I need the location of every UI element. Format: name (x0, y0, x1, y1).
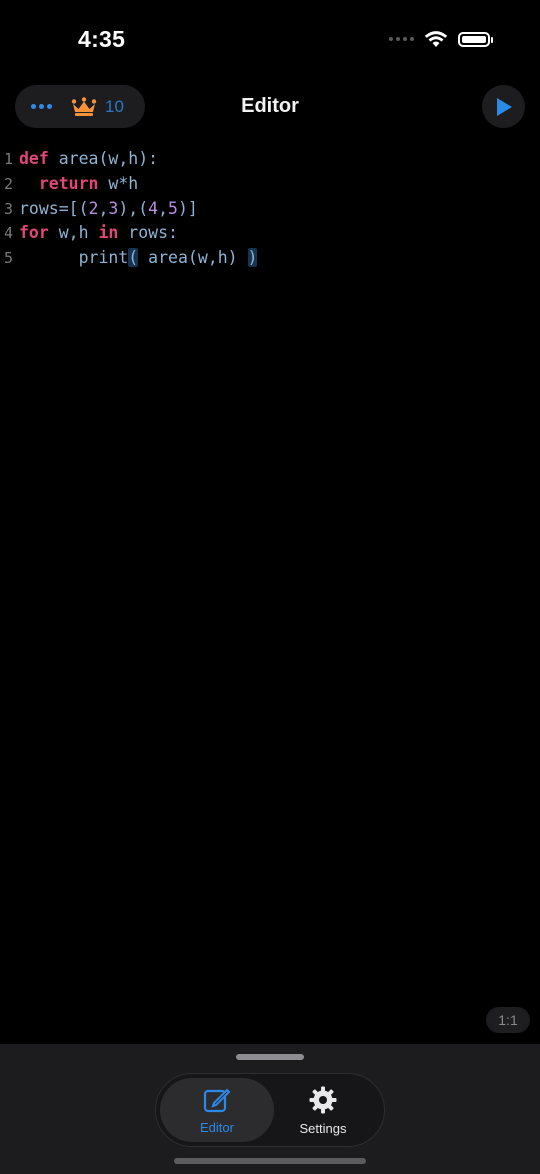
number-token: 4 (148, 198, 159, 218)
tab-bar: Editor Settings (155, 1073, 385, 1147)
line-number: 5 (4, 249, 14, 268)
edit-icon (203, 1088, 231, 1112)
keyword-token: def (19, 149, 49, 168)
keyword-token: in (98, 223, 119, 243)
number-token: 5 (168, 198, 178, 218)
run-button[interactable] (482, 85, 525, 128)
number-token: 2 (88, 198, 99, 218)
code-line: 2 return w*h (0, 172, 540, 197)
line-number: 3 (4, 199, 14, 218)
code-token: print (78, 248, 129, 268)
page-title: Editor (241, 95, 299, 117)
cursor-position-badge: 1:1 (486, 1007, 530, 1033)
bracket-highlight: ( (128, 248, 139, 268)
line-number: 2 (4, 174, 14, 193)
code-token: area(w,h): (48, 149, 159, 168)
keyword-token: for (19, 223, 49, 243)
code-token: , (98, 198, 109, 218)
code-line: 1 def area(w,h): (0, 147, 540, 172)
code-editor[interactable]: 1 def area(w,h): 2 return w*h 3 rows=[(2… (0, 147, 540, 271)
home-indicator (174, 1158, 366, 1164)
sheet-grabber[interactable] (236, 1054, 304, 1060)
tab-editor[interactable]: Editor (160, 1078, 274, 1142)
play-icon (496, 97, 512, 116)
code-token: ),( (118, 198, 149, 218)
line-number: 1 (4, 150, 14, 168)
cellular-signal-icon (389, 37, 414, 41)
tab-settings[interactable]: Settings (266, 1078, 380, 1142)
battery-icon (458, 31, 493, 47)
code-line: 3 rows=[(2,3),(4,5)] (0, 197, 540, 222)
status-time: 4:35 (78, 26, 126, 52)
code-token: , (158, 198, 169, 218)
line-number: 4 (4, 224, 14, 243)
bottom-panel: Editor Settings (0, 1044, 540, 1174)
code-line: 4 for w,h in rows: (0, 221, 540, 246)
code-token: w*h (98, 173, 139, 193)
tab-label: Settings (299, 1120, 347, 1136)
code-token: area(w,h) (138, 248, 248, 268)
wifi-icon (424, 31, 448, 47)
bracket-highlight: ) (247, 248, 258, 268)
status-indicators (389, 30, 493, 48)
code-token: )] (177, 198, 198, 218)
code-token: w,h (48, 223, 99, 243)
keyword-token: return (38, 173, 99, 193)
gear-icon (309, 1086, 337, 1113)
tab-label: Editor (200, 1119, 234, 1135)
code-token: rows: (118, 223, 178, 243)
number-token: 3 (108, 198, 119, 218)
code-line: 5 print( area(w,h) ) (0, 246, 540, 271)
code-token: rows=[( (19, 198, 89, 218)
